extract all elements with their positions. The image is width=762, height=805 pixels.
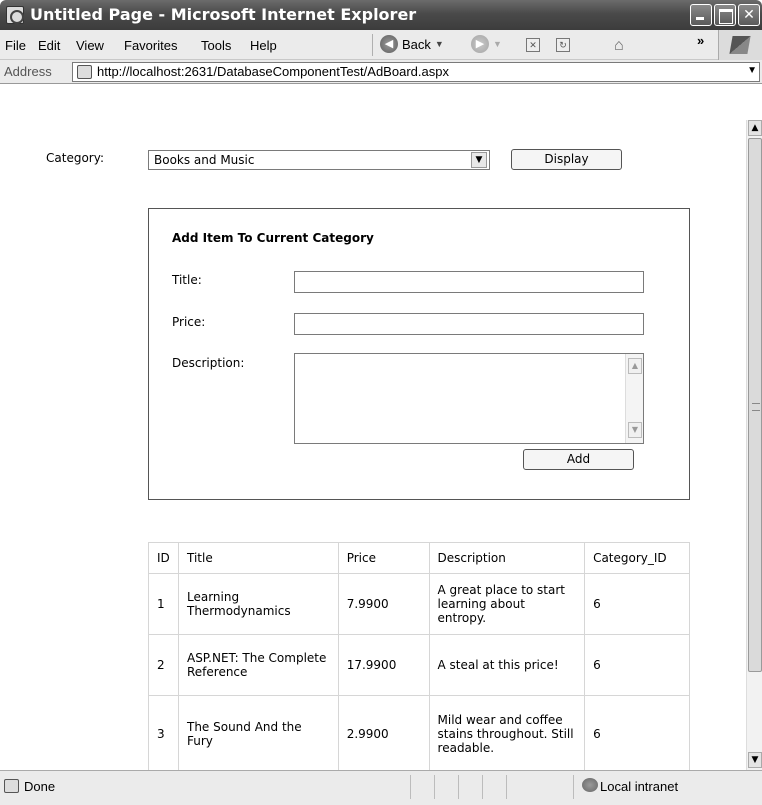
table-row: 2 ASP.NET: The Complete Reference 17.990… (148, 634, 690, 696)
back-arrow-icon: ◀ (380, 35, 398, 53)
menu-favorites[interactable]: Favorites (124, 38, 177, 53)
window-title-bar[interactable]: Untitled Page - Microsoft Internet Explo… (0, 0, 762, 30)
table-row: 1 Learning Thermodynamics 7.9900 A great… (148, 573, 690, 635)
cell-category-id: 6 (584, 695, 690, 772)
column-header-category-id: Category_ID (584, 542, 690, 574)
toolbar-separator (372, 34, 373, 56)
back-dropdown-icon[interactable]: ▼ (435, 39, 444, 49)
description-label: Description: (172, 356, 245, 370)
cell-title: Learning Thermodynamics (177, 573, 339, 635)
category-label: Category: (46, 151, 104, 165)
price-input[interactable] (294, 313, 644, 335)
scroll-down-icon[interactable]: ▼ (628, 422, 642, 438)
page-scrollbar[interactable]: ▲ ▼ (746, 120, 762, 770)
cell-id: 2 (148, 634, 179, 696)
add-button[interactable]: Add (523, 449, 634, 470)
status-text: Done (24, 779, 56, 794)
column-header-price: Price (337, 542, 430, 574)
forward-button[interactable]: ▶ ▼ (471, 35, 502, 53)
table-row: 3 The Sound And the Fury 2.9900 Mild wea… (148, 695, 690, 772)
forward-arrow-icon: ▶ (471, 35, 489, 53)
page-icon (77, 65, 92, 79)
stop-icon[interactable]: ✕ (526, 38, 540, 52)
cell-id: 1 (148, 573, 179, 635)
cell-price: 2.9900 (337, 695, 430, 772)
scroll-down-icon[interactable]: ▼ (748, 752, 762, 768)
column-header-description: Description (428, 542, 586, 574)
minimize-button[interactable] (690, 4, 712, 26)
cell-description: A great place to start learning about en… (428, 573, 586, 635)
status-bar: Done Local intranet (0, 770, 762, 805)
items-table: ID Title Price Description Category_ID 1… (148, 542, 690, 772)
cell-description: A steal at this price! (428, 634, 586, 696)
home-icon[interactable]: ⌂ (614, 37, 624, 55)
window-title: Untitled Page - Microsoft Internet Explo… (30, 5, 417, 24)
status-divider (434, 775, 435, 799)
address-dropdown-icon[interactable]: ▼ (747, 65, 757, 76)
refresh-icon[interactable]: ↻ (556, 38, 570, 52)
close-button[interactable]: ✕ (738, 4, 760, 26)
cell-category-id: 6 (584, 573, 690, 635)
menu-bar: File Edit View Favorites Tools Help ◀ Ba… (0, 30, 762, 60)
maximize-button[interactable] (714, 4, 736, 26)
menu-edit[interactable]: Edit (38, 38, 60, 53)
table-header-row: ID Title Price Description Category_ID (148, 542, 690, 574)
cell-title: ASP.NET: The Complete Reference (177, 634, 339, 696)
cell-title: The Sound And the Fury (177, 695, 339, 772)
menu-tools[interactable]: Tools (201, 38, 231, 53)
menu-help[interactable]: Help (250, 38, 277, 53)
address-input[interactable]: http://localhost:2631/DatabaseComponentT… (72, 62, 760, 82)
status-divider (410, 775, 411, 799)
display-button[interactable]: Display (511, 149, 622, 170)
status-divider (573, 775, 574, 799)
description-textarea[interactable]: ▲ ▼ (294, 353, 644, 444)
category-select[interactable]: Books and Music ▼ (148, 150, 490, 170)
intranet-zone-icon (582, 778, 598, 792)
security-zone: Local intranet (600, 779, 679, 794)
price-label: Price: (172, 315, 206, 329)
scroll-up-icon[interactable]: ▲ (628, 358, 642, 374)
back-label: Back (402, 36, 431, 52)
menu-file[interactable]: File (5, 38, 26, 53)
description-scrollbar[interactable]: ▲ ▼ (625, 354, 643, 443)
cell-category-id: 6 (584, 634, 690, 696)
column-header-title: Title (177, 542, 339, 574)
title-label: Title: (172, 273, 202, 287)
status-divider (482, 775, 483, 799)
address-url: http://localhost:2631/DatabaseComponentT… (97, 64, 449, 79)
address-label: Address (4, 64, 52, 79)
toolbar-overflow-chevron-icon[interactable]: » (697, 33, 704, 48)
scrollbar-thumb[interactable] (748, 138, 762, 672)
status-divider (458, 775, 459, 799)
page-done-icon (4, 779, 19, 793)
address-bar: Address http://localhost:2631/DatabaseCo… (0, 60, 762, 84)
status-divider (506, 775, 507, 799)
menu-view[interactable]: View (76, 38, 104, 53)
windows-logo-icon (718, 30, 762, 60)
cell-price: 17.9900 (337, 634, 430, 696)
cell-id: 3 (148, 695, 179, 772)
title-input[interactable] (294, 271, 644, 293)
chevron-down-icon[interactable]: ▼ (471, 152, 487, 168)
forward-dropdown-icon[interactable]: ▼ (493, 39, 502, 49)
category-selected-value: Books and Music (154, 153, 255, 167)
cell-description: Mild wear and coffee stains throughout. … (428, 695, 586, 772)
column-header-id: ID (148, 542, 179, 574)
grip-icon (752, 403, 760, 411)
scroll-up-icon[interactable]: ▲ (748, 120, 762, 136)
panel-heading: Add Item To Current Category (172, 231, 374, 245)
cell-price: 7.9900 (337, 573, 430, 635)
back-button[interactable]: ◀ Back ▼ (380, 35, 444, 53)
ie-app-icon[interactable] (6, 6, 24, 24)
